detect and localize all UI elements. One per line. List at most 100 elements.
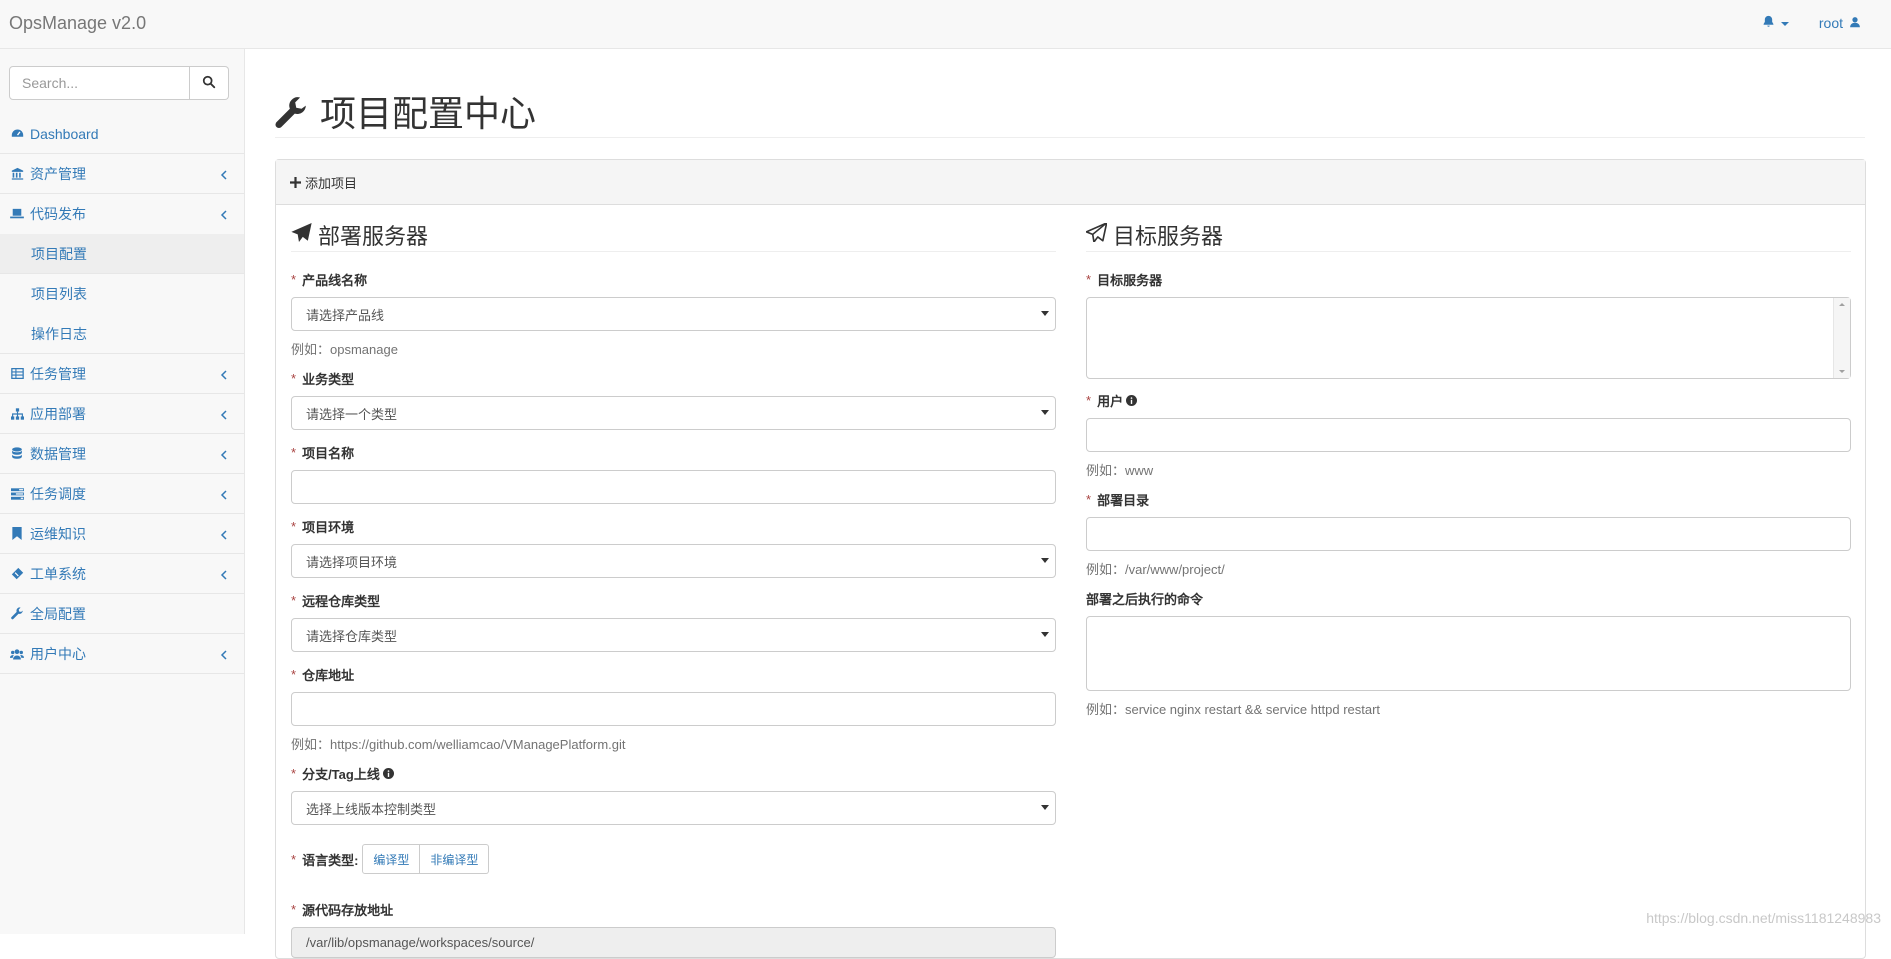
laptop-icon bbox=[10, 207, 24, 221]
sidebar-item-label: 资产管理 bbox=[30, 165, 86, 182]
field-label: 远程仓库类型 bbox=[302, 594, 381, 609]
project-env-select[interactable]: 请选择项目环境 bbox=[291, 544, 1056, 578]
non-compiled-button[interactable]: 非编译型 bbox=[420, 844, 490, 874]
add-project-panel: 添加项目 部署服务器 * 产品线名称 请选择产品线 例如：opsmanage * 业… bbox=[275, 159, 1866, 959]
sidebar-item-label: Dashboard bbox=[30, 125, 99, 142]
sidebar-item-label: 应用部署 bbox=[30, 405, 86, 422]
section-title: 目标服务器 bbox=[1085, 218, 1851, 252]
help-text: 例如：/var/www/project/ bbox=[1086, 562, 1225, 577]
field-label: 用户 bbox=[1097, 394, 1124, 409]
field-label: 仓库地址 bbox=[302, 668, 355, 683]
navbar-right: root bbox=[1762, 15, 1861, 31]
help-text: 例如：www bbox=[1086, 463, 1154, 478]
sidebar-subitem-project-config[interactable]: 项目配置 bbox=[0, 234, 244, 274]
panel-heading-label: 添加项目 bbox=[305, 175, 358, 191]
user-icon bbox=[1849, 15, 1861, 31]
top-navbar: OpsManage v2.0 root bbox=[0, 0, 1891, 49]
business-type-select[interactable]: 请选择一个类型 bbox=[291, 396, 1056, 430]
field-label: 业务类型 bbox=[302, 372, 355, 387]
username-label: root bbox=[1818, 15, 1843, 31]
target-servers-multiselect[interactable] bbox=[1086, 297, 1851, 379]
tasks-icon bbox=[10, 487, 24, 501]
section-title-text: 目标服务器 bbox=[1113, 223, 1224, 249]
plus-icon bbox=[290, 176, 301, 188]
sidebar-item-task-management[interactable]: 任务管理 bbox=[0, 354, 244, 394]
panel-heading: 添加项目 bbox=[276, 160, 1865, 205]
chevron-left-icon bbox=[220, 567, 228, 583]
language-type-buttons: 编译型 非编译型 bbox=[362, 844, 490, 874]
sidebar: Dashboard 资产管理 代码发布 项目配置 项目列表 操作日志 bbox=[0, 49, 245, 934]
sidebar-search bbox=[9, 66, 229, 100]
repo-type-select[interactable]: 请选择仓库类型 bbox=[291, 618, 1056, 652]
database-icon bbox=[10, 447, 24, 461]
post-deploy-command-field: 部署之后执行的命令 例如：service nginx restart && se… bbox=[1086, 589, 1851, 718]
sidebar-item-app-deploy[interactable]: 应用部署 bbox=[0, 394, 244, 434]
chevron-left-icon bbox=[220, 447, 228, 463]
field-label: 产品线名称 bbox=[302, 273, 368, 288]
field-label: 目标服务器 bbox=[1097, 273, 1163, 288]
repo-url-field: * 仓库地址 例如：https://github.com/welliamcao/V… bbox=[291, 665, 1056, 753]
sidebar-item-label: 代码发布 bbox=[30, 206, 86, 222]
sidebar-subitem-operation-log[interactable]: 操作日志 bbox=[0, 314, 244, 354]
sidebar-item-label: 工单系统 bbox=[30, 565, 86, 582]
help-text: 例如：opsmanage bbox=[291, 342, 398, 357]
sidebar-item-data-management[interactable]: 数据管理 bbox=[0, 434, 244, 474]
sidebar-item-dashboard[interactable]: Dashboard bbox=[0, 114, 244, 154]
branch-select[interactable]: 选择上线版本控制类型 bbox=[291, 791, 1056, 825]
sidebar-item-label: 全局配置 bbox=[30, 605, 86, 622]
deploy-dir-field: * 部署目录 例如：/var/www/project/ bbox=[1086, 490, 1851, 578]
source-path-input[interactable]: /var/lib/opsmanage/workspaces/source/ bbox=[291, 927, 1056, 958]
dashboard-icon bbox=[10, 127, 24, 141]
product-line-select[interactable]: 请选择产品线 bbox=[291, 297, 1056, 331]
project-name-field: * 项目名称 bbox=[291, 443, 1056, 504]
search-icon bbox=[202, 75, 216, 92]
chevron-left-icon bbox=[220, 647, 228, 663]
repo-url-input[interactable] bbox=[291, 692, 1056, 726]
post-deploy-command-textarea[interactable] bbox=[1086, 616, 1851, 691]
notifications-dropdown[interactable] bbox=[1762, 15, 1789, 31]
field-label: 项目环境 bbox=[302, 520, 355, 535]
info-circle-icon[interactable] bbox=[382, 768, 394, 779]
bookmark-icon bbox=[10, 527, 24, 541]
section-title-text: 部署服务器 bbox=[318, 223, 429, 249]
users-icon bbox=[10, 647, 24, 661]
sidebar-item-ticket-system[interactable]: 工单系统 bbox=[0, 554, 244, 594]
search-button[interactable] bbox=[190, 66, 229, 100]
sidebar-item-global-config[interactable]: 全局配置 bbox=[0, 594, 244, 634]
sidebar-item-code-release[interactable]: 代码发布 bbox=[0, 194, 244, 234]
business-type-field: * 业务类型 请选择一个类型 bbox=[291, 369, 1056, 430]
help-text: 例如：service nginx restart && service http… bbox=[1086, 702, 1381, 717]
info-circle-icon[interactable] bbox=[1126, 395, 1138, 406]
project-name-input[interactable] bbox=[291, 470, 1056, 504]
caret-down-icon bbox=[1780, 15, 1789, 31]
chevron-left-icon bbox=[220, 367, 228, 383]
bank-icon bbox=[10, 167, 24, 181]
paper-plane-icon bbox=[291, 222, 312, 248]
wrench-icon bbox=[275, 96, 311, 132]
branch-field: * 分支/Tag上线 选择上线版本控制类型 bbox=[291, 764, 1056, 825]
sidebar-item-task-schedule[interactable]: 任务调度 bbox=[0, 474, 244, 514]
scrollbar[interactable] bbox=[1833, 298, 1850, 378]
user-menu[interactable]: root bbox=[1819, 15, 1861, 31]
field-label: 项目名称 bbox=[302, 446, 355, 461]
sitemap-icon bbox=[10, 407, 24, 421]
sidebar-item-assets[interactable]: 资产管理 bbox=[0, 154, 244, 194]
table-icon bbox=[10, 367, 24, 381]
deploy-dir-input[interactable] bbox=[1086, 517, 1851, 551]
chevron-left-icon bbox=[220, 167, 228, 183]
compiled-button[interactable]: 编译型 bbox=[362, 844, 421, 874]
sidebar-menu: Dashboard 资产管理 代码发布 项目配置 项目列表 操作日志 任务管理 … bbox=[0, 114, 244, 674]
language-type-field: * 语言类型: 编译型 非编译型 bbox=[291, 844, 1056, 874]
sidebar-item-label: 任务调度 bbox=[30, 485, 86, 502]
sidebar-item-ops-knowledge[interactable]: 运维知识 bbox=[0, 514, 244, 554]
paper-plane-icon bbox=[1085, 221, 1108, 248]
search-input[interactable] bbox=[9, 66, 190, 100]
sidebar-subitem-project-list[interactable]: 项目列表 bbox=[0, 274, 244, 314]
field-label: 部署目录 bbox=[1097, 493, 1150, 508]
section-title: 部署服务器 bbox=[291, 218, 1056, 252]
user-input[interactable] bbox=[1086, 418, 1851, 452]
sidebar-item-user-center[interactable]: 用户中心 bbox=[0, 634, 244, 674]
caret-down-icon bbox=[1041, 311, 1049, 316]
caret-down-icon bbox=[1041, 805, 1049, 810]
brand-title[interactable]: OpsManage v2.0 bbox=[9, 13, 146, 34]
